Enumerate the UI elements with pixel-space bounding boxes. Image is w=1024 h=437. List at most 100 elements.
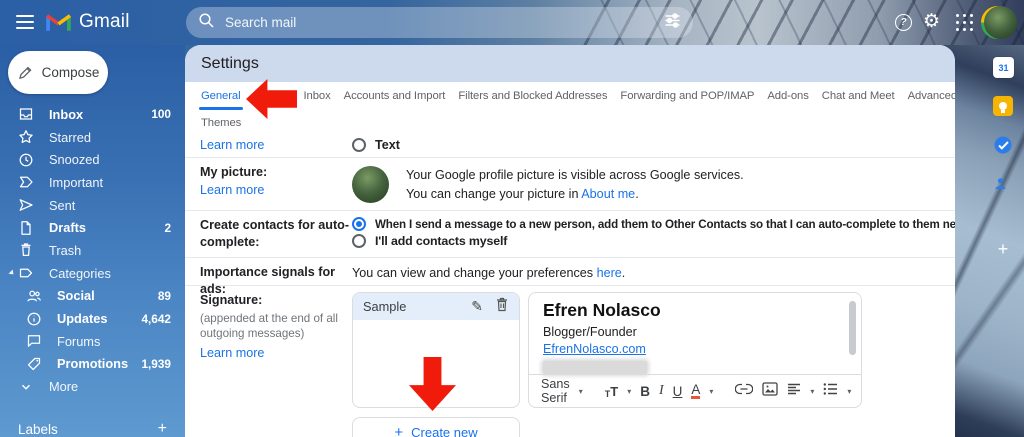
editor-scrollbar[interactable]: [849, 301, 856, 355]
search-input[interactable]: Search mail: [225, 15, 654, 30]
sidebar-item-trash[interactable]: Trash: [0, 239, 185, 262]
auto-add-contacts-radio[interactable]: [352, 217, 366, 231]
about-me-link[interactable]: About me: [581, 187, 635, 201]
tab-accounts-and-import[interactable]: Accounts and Import: [344, 90, 446, 109]
tab-general[interactable]: General: [199, 90, 242, 110]
signature-editor[interactable]: Efren Nolasco Blogger/Founder EfrenNolas…: [528, 292, 862, 408]
help-icon[interactable]: ?: [895, 14, 912, 31]
text-color-button[interactable]: A: [691, 383, 701, 400]
bulb-glyph: [999, 102, 1007, 113]
profile-avatar[interactable]: [981, 6, 1017, 39]
gmail-settings-screen: Gmail Search mail ? ⚙ Compose Inbox 100 …: [0, 0, 1024, 437]
create-new-signature-button[interactable]: + Create new: [352, 417, 520, 437]
search-icon[interactable]: [198, 12, 215, 34]
create-contacts-label: Create contacts for auto-complete:: [200, 218, 350, 249]
draft-icon: [18, 220, 34, 236]
manual-contacts-radio[interactable]: [352, 234, 366, 248]
sidebar-item-more[interactable]: More: [0, 375, 185, 398]
more-options-icon[interactable]: ▾: [847, 387, 851, 396]
sidebar-item-updates[interactable]: Updates 4,642: [0, 307, 185, 330]
send-icon: [18, 197, 34, 213]
expand-caret-icon[interactable]: [8, 269, 16, 277]
learn-more-link[interactable]: Learn more: [200, 346, 264, 360]
font-select[interactable]: Sans Serif: [541, 377, 570, 405]
tune-icon[interactable]: [664, 12, 681, 34]
tab-chat-and-meet[interactable]: Chat and Meet: [822, 90, 895, 109]
insert-link-icon[interactable]: [735, 382, 754, 400]
sidebar-item-inbox[interactable]: Inbox 100: [0, 103, 185, 126]
item-label: Sent: [49, 197, 76, 213]
keep-icon[interactable]: [993, 96, 1013, 116]
star-icon: [18, 129, 34, 145]
description-period: .: [635, 186, 639, 201]
align-icon[interactable]: [787, 382, 801, 400]
calendar-icon[interactable]: 31: [993, 57, 1014, 78]
inbox-icon: [18, 106, 34, 122]
sidebar-item-starred[interactable]: Starred: [0, 126, 185, 149]
signature-name: Sample: [363, 299, 407, 314]
sidebar-item-sent[interactable]: Sent: [0, 194, 185, 217]
bold-button[interactable]: B: [640, 384, 650, 399]
chevron-down-icon[interactable]: ▾: [810, 387, 814, 396]
settings-header: Settings: [185, 45, 955, 82]
sidebar-item-important[interactable]: Important: [0, 171, 185, 194]
apps-grid-icon[interactable]: [956, 14, 974, 32]
settings-gear-icon[interactable]: ⚙: [923, 11, 940, 33]
side-panel-add-icon[interactable]: +: [993, 239, 1013, 260]
tab-themes[interactable]: Themes: [201, 117, 241, 129]
chevron-down-icon[interactable]: ▾: [709, 387, 713, 396]
importance-period: .: [621, 266, 626, 280]
tab-filters-and-blocked-addresses[interactable]: Filters and Blocked Addresses: [458, 90, 607, 109]
delete-signature-icon[interactable]: [495, 297, 509, 317]
gmail-wordmark: Gmail: [79, 11, 130, 32]
signature-editor-website-link[interactable]: EfrenNolasco.com: [543, 342, 646, 356]
sidebar-item-social[interactable]: Social 89: [0, 285, 185, 308]
item-count: 89: [157, 288, 171, 303]
people-icon: [26, 288, 42, 304]
forum-icon: [26, 333, 42, 349]
avatar-photo: [983, 6, 1017, 39]
compose-label: Compose: [41, 65, 100, 80]
importance-text: You can view and change your preferences: [352, 266, 597, 280]
gmail-logo[interactable]: Gmail: [46, 11, 130, 33]
signature-list-item[interactable]: Sample ✎: [353, 293, 519, 320]
settings-panel: Settings General Inbox Accounts and Impo…: [185, 45, 955, 437]
text-radio[interactable]: [352, 138, 366, 152]
learn-more-link[interactable]: Learn more: [200, 183, 264, 197]
underline-button[interactable]: U: [673, 384, 683, 399]
font-size-button[interactable]: TT: [605, 384, 618, 399]
chevron-down-icon[interactable]: ▾: [579, 387, 583, 396]
sidebar-item-drafts[interactable]: Drafts 2: [0, 216, 185, 239]
add-label-icon[interactable]: +: [158, 420, 167, 437]
profile-picture-thumbnail[interactable]: [352, 166, 389, 203]
images-setting-row: Learn more Text: [185, 133, 955, 158]
tab-advanced[interactable]: Advanced: [908, 90, 955, 109]
sidebar: Compose Inbox 100 Starred Snoozed Import…: [0, 45, 185, 437]
menu-icon[interactable]: [16, 15, 34, 29]
item-label: Forums: [57, 333, 101, 349]
item-label: More: [49, 379, 79, 395]
chevron-down-icon: [18, 379, 34, 395]
here-link[interactable]: here: [597, 266, 622, 280]
compose-button[interactable]: Compose: [8, 51, 108, 94]
sidebar-item-promotions[interactable]: Promotions 1,939: [0, 353, 185, 376]
tasks-icon[interactable]: [993, 135, 1013, 160]
sidebar-item-snoozed[interactable]: Snoozed: [0, 148, 185, 171]
tab-forwarding-and-pop-imap[interactable]: Forwarding and POP/IMAP: [620, 90, 754, 109]
learn-more-link[interactable]: Learn more: [200, 138, 264, 152]
pencil-icon: [18, 66, 32, 79]
my-picture-description: Your Google profile picture is visible a…: [406, 164, 744, 204]
sidebar-item-forums[interactable]: Forums: [0, 330, 185, 353]
list-icon[interactable]: [823, 382, 838, 400]
tab-add-ons[interactable]: Add-ons: [767, 90, 808, 109]
tab-inbox[interactable]: Inbox: [304, 90, 331, 109]
italic-button[interactable]: I: [659, 383, 664, 399]
chevron-down-icon[interactable]: ▾: [627, 387, 631, 396]
signature-editor-role: Blogger/Founder: [543, 325, 637, 339]
insert-image-icon[interactable]: [762, 381, 779, 401]
edit-signature-icon[interactable]: ✎: [471, 298, 483, 315]
search-bar[interactable]: Search mail: [186, 7, 693, 38]
contacts-icon[interactable]: [993, 176, 1008, 196]
item-label: Important: [49, 174, 104, 190]
sidebar-item-categories[interactable]: Categories: [0, 262, 185, 285]
